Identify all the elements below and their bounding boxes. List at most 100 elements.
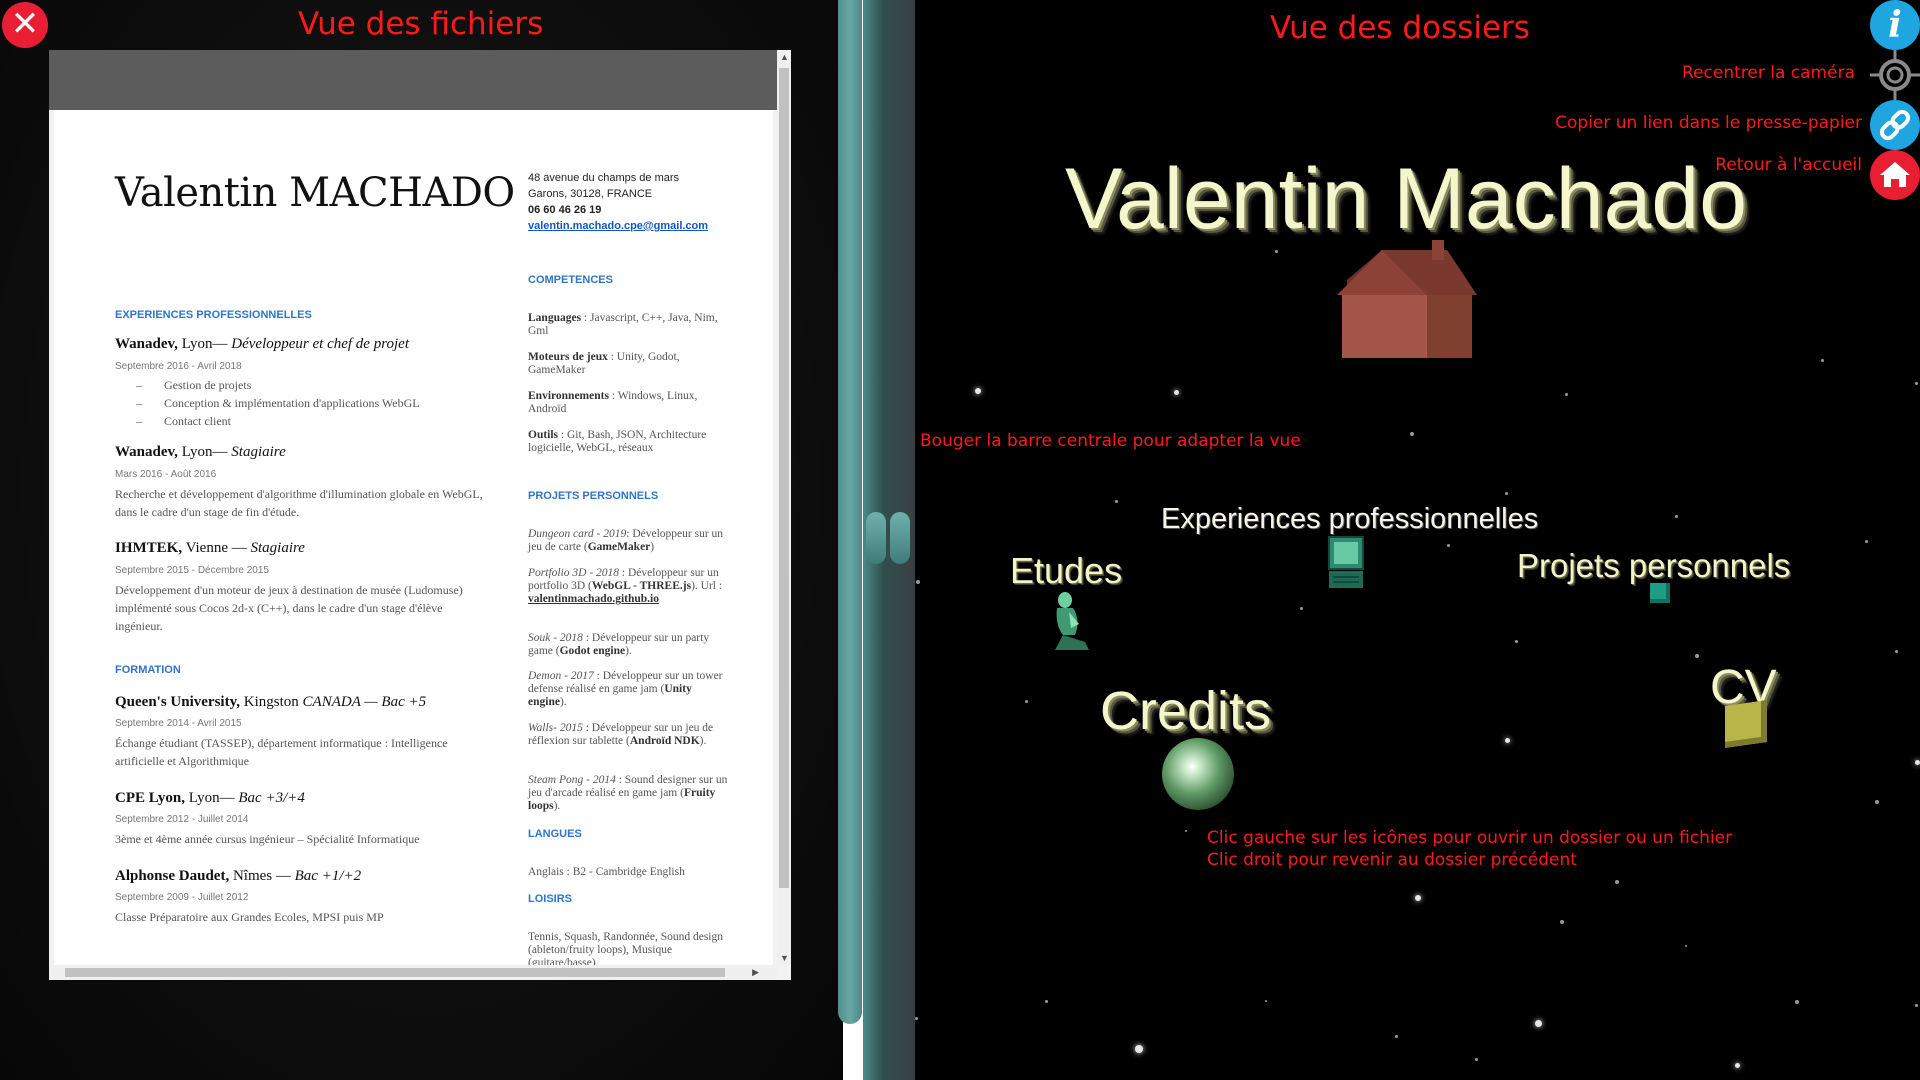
star — [1045, 1000, 1048, 1003]
list-item: Contact client — [136, 412, 420, 430]
cv-name: Valentin MACHADO — [115, 170, 515, 216]
right-click-hint: Clic droit pour revenir au dossier précé… — [1207, 850, 1577, 870]
folders-panel[interactable]: Vue des dossiers i Recentrer la caméra C… — [915, 0, 1920, 1080]
skill-item: Outils : Git, Bash, JSON, Architecture l… — [528, 429, 707, 454]
folder-projets-label[interactable]: Projets personnels — [1517, 547, 1790, 585]
star — [915, 1017, 918, 1020]
star — [1135, 1045, 1143, 1053]
job-title: IHMTEK, Vienne — Stagiaire — [115, 540, 305, 556]
vertical-scroll-thumb[interactable] — [779, 68, 789, 888]
star — [1275, 250, 1278, 253]
address-line: 48 avenue du champs de mars — [528, 172, 680, 184]
recenter-camera-label[interactable]: Recentrer la caméra — [1682, 63, 1855, 83]
home-button[interactable] — [1870, 150, 1920, 200]
copy-link-label[interactable]: Copier un lien dans le presse-papier — [1555, 113, 1862, 133]
star — [1505, 738, 1510, 743]
section-title-loisirs: LOISIRS — [528, 893, 573, 905]
crosshair-icon — [1870, 50, 1920, 100]
vertical-scrollbar[interactable]: ▲ ▼ — [777, 50, 791, 965]
thinker-statue-icon[interactable] — [1045, 590, 1097, 655]
cv-cube-icon[interactable] — [1725, 700, 1767, 748]
horizontal-scroll-thumb[interactable] — [65, 968, 725, 977]
cv-document-page: Valentin MACHADO 48 avenue du champs de … — [54, 110, 773, 965]
star — [1821, 359, 1824, 362]
document-toolbar — [49, 50, 777, 110]
computer-icon[interactable] — [1327, 535, 1365, 590]
star — [1795, 1000, 1799, 1004]
list-item: Conception & implémentation d'applicatio… — [136, 394, 420, 412]
study-date: Septembre 2014 - Avril 2015 — [115, 718, 242, 729]
job-date: Septembre 2016 - Avril 2018 — [115, 361, 242, 372]
star — [1560, 920, 1564, 924]
close-icon[interactable]: ✕ — [2, 2, 48, 48]
study-title: Alphonse Daudet, Nîmes — Bac +1/+2 — [115, 868, 362, 884]
home-icon — [1880, 162, 1910, 187]
scroll-down-icon[interactable]: ▼ — [780, 953, 789, 963]
project-url-link[interactable]: valentinmachado.github.io — [528, 593, 659, 605]
star — [1675, 515, 1678, 518]
horizontal-scrollbar[interactable]: ▶ — [49, 965, 777, 980]
star — [1395, 1035, 1398, 1038]
folder-experiences-label[interactable]: Experiences professionnelles — [1161, 503, 1538, 536]
phone: 06 60 46 26 19 — [528, 204, 602, 216]
section-title-experiences: EXPERIENCES PROFESSIONNELLES — [115, 309, 312, 321]
project-item: Demon - 2017 : Développeur sur un tower … — [528, 670, 723, 708]
star — [1915, 382, 1918, 385]
skill-item: Languages : Javascript, C++, Java, Nim, … — [528, 312, 718, 337]
folders-view-title: Vue des dossiers — [1270, 10, 1530, 46]
study-date: Septembre 2009 - Juillet 2012 — [115, 892, 249, 903]
cv-contact: 48 avenue du champs de mars Garons, 3012… — [528, 170, 708, 234]
address-line: Garons, 30128, FRANCE — [528, 188, 653, 200]
study-description: 3ème et 4ème année cursus ingénieur – Sp… — [115, 832, 420, 846]
study-description: Échange étudiant (TASSEP), département i… — [115, 736, 448, 768]
job-description: Recherche et développement d'algorithme … — [115, 487, 483, 519]
files-panel: ✕ Vue des fichiers Valentin MACHADO 48 a… — [0, 0, 843, 1080]
document-viewer[interactable]: Valentin MACHADO 48 avenue du champs de … — [49, 50, 791, 980]
credits-sphere-icon[interactable] — [1162, 738, 1234, 810]
star — [1895, 650, 1898, 653]
star — [1695, 654, 1699, 658]
study-description: Classe Préparatoire aux Grandes Ecoles, … — [115, 910, 384, 924]
scroll-right-icon[interactable]: ▶ — [752, 967, 759, 978]
study-title: CPE Lyon, Lyon— Bac +3/+4 — [115, 790, 305, 806]
scroll-up-icon[interactable]: ▲ — [780, 52, 789, 62]
star — [916, 580, 920, 584]
star — [1447, 544, 1450, 547]
job-description: Développement d'un moteur de jeux à dest… — [115, 583, 463, 633]
star — [1915, 760, 1920, 765]
star — [1475, 1058, 1478, 1061]
info-icon[interactable]: i — [1870, 0, 1920, 50]
folder-credits-label[interactable]: Credits — [1100, 680, 1271, 742]
folder-etudes-label[interactable]: Etudes — [1010, 550, 1122, 592]
section-title-competences: COMPETENCES — [528, 274, 613, 286]
star — [1735, 1063, 1740, 1068]
email-link[interactable]: valentin.machado.cpe@gmail.com — [528, 220, 708, 232]
copy-link-button[interactable] — [1870, 100, 1920, 150]
star — [1410, 432, 1414, 436]
job-date: Mars 2016 - Août 2016 — [115, 469, 217, 480]
divider-drag-handle[interactable] — [866, 512, 914, 564]
star — [1915, 1004, 1918, 1007]
house-icon[interactable] — [1327, 240, 1477, 365]
star — [1185, 830, 1187, 832]
star — [1615, 880, 1619, 884]
skill-item: Moteurs de jeux : Unity, Godot, GameMake… — [528, 351, 680, 376]
projects-cube-icon[interactable] — [1650, 583, 1670, 603]
star — [1265, 1000, 1267, 1002]
star — [1565, 393, 1568, 396]
project-item: Souk - 2018 : Développeur sur un party g… — [528, 632, 710, 657]
central-divider-bar[interactable] — [838, 0, 862, 1024]
section-title-projets: PROJETS PERSONNELS — [528, 490, 659, 502]
job-title: Wanadev, Lyon— Développeur et chef de pr… — [115, 336, 409, 352]
star — [1505, 492, 1508, 495]
link-icon — [1879, 109, 1911, 141]
recenter-camera-button[interactable] — [1870, 50, 1920, 100]
job-date: Septembre 2015 - Décembre 2015 — [115, 565, 269, 576]
star — [1535, 1020, 1542, 1027]
star — [1515, 640, 1518, 643]
language-item: Anglais : B2 - Cambridge English — [528, 866, 685, 878]
list-item: Gestion de projets — [136, 376, 420, 394]
star — [1875, 800, 1879, 804]
star — [1174, 390, 1179, 395]
section-title-langues: LANGUES — [528, 828, 582, 840]
